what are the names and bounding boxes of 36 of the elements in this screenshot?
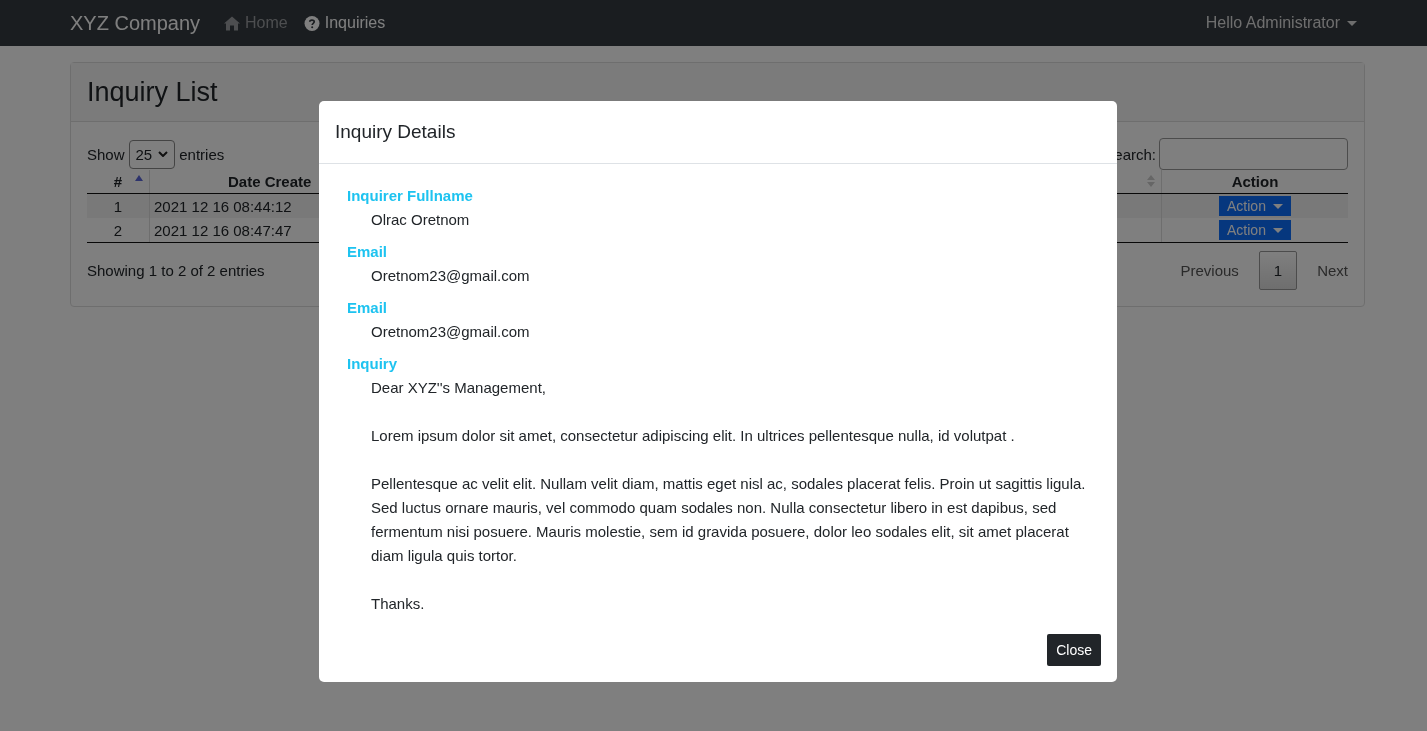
entries-label: entries bbox=[179, 145, 225, 163]
previous-link[interactable]: Previous bbox=[1180, 262, 1239, 279]
next-link[interactable]: Next bbox=[1317, 262, 1348, 279]
field-label: Email bbox=[347, 242, 389, 262]
home-icon bbox=[224, 15, 241, 31]
inquiry-paragraph: Lorem ipsum dolor sit amet, consectetur adipiscing elit. In ultrices pellentesque nulla, id volutpat . bbox=[371, 426, 1016, 446]
entries-select[interactable]: 25 bbox=[128, 139, 176, 169]
nav-link[interactable]: Inquiries bbox=[303, 14, 386, 32]
inquiry-paragraph: Pellentesque ac velit elit. Nullam velit diam, mattis eget nisl ac, sodales placerat felis. Proin ut sagittis ligula. Sed luctus ornare mauris, vel commodo quam sodales non. Nulla consectetur libero in est dapibus, sed fermentum nisi posuere. Mauris molestie, sem id gravida posuere, dolor leo sodales elit, sit amet placerat diam ligula quis tortor. bbox=[371, 474, 1087, 566]
card-title: Inquiry List bbox=[87, 76, 218, 108]
brand-link[interactable]: XYZ Company bbox=[70, 11, 201, 35]
sort-icon bbox=[1147, 175, 1155, 187]
chevron-icon bbox=[158, 151, 169, 157]
close-button[interactable]: Close bbox=[1047, 634, 1101, 666]
search-field[interactable] bbox=[1159, 138, 1348, 170]
caret-icon bbox=[1272, 203, 1283, 209]
question-icon bbox=[303, 15, 320, 31]
caret-icon bbox=[1272, 227, 1283, 233]
field-value: Oretnom23@gmail.com bbox=[370, 322, 531, 342]
table-cell: 2 bbox=[87, 218, 150, 243]
action-button[interactable]: Action bbox=[1219, 196, 1291, 216]
table-cell: 1 bbox=[87, 193, 150, 218]
column-header[interactable]: Action bbox=[1161, 170, 1348, 194]
inquiry-paragraph: Dear XYZ''s Management, bbox=[371, 378, 547, 398]
caret-icon bbox=[1347, 20, 1357, 26]
action-button[interactable]: Action bbox=[1219, 220, 1291, 240]
column-header[interactable]: # bbox=[87, 170, 150, 194]
user-menu[interactable]: Hello Administrator bbox=[1205, 14, 1357, 32]
show-label: Show bbox=[87, 145, 125, 163]
inquiry-paragraph: Thanks. bbox=[371, 594, 426, 614]
table-info: Showing 1 to 2 of 2 entries bbox=[87, 262, 265, 279]
field-label: Email bbox=[347, 298, 389, 318]
field-label: Inquiry bbox=[347, 354, 398, 374]
modal-title: Inquiry Details bbox=[335, 121, 456, 143]
page-button[interactable]: 1 bbox=[1258, 251, 1298, 290]
field-value: Oretnom23@gmail.com bbox=[370, 266, 531, 286]
